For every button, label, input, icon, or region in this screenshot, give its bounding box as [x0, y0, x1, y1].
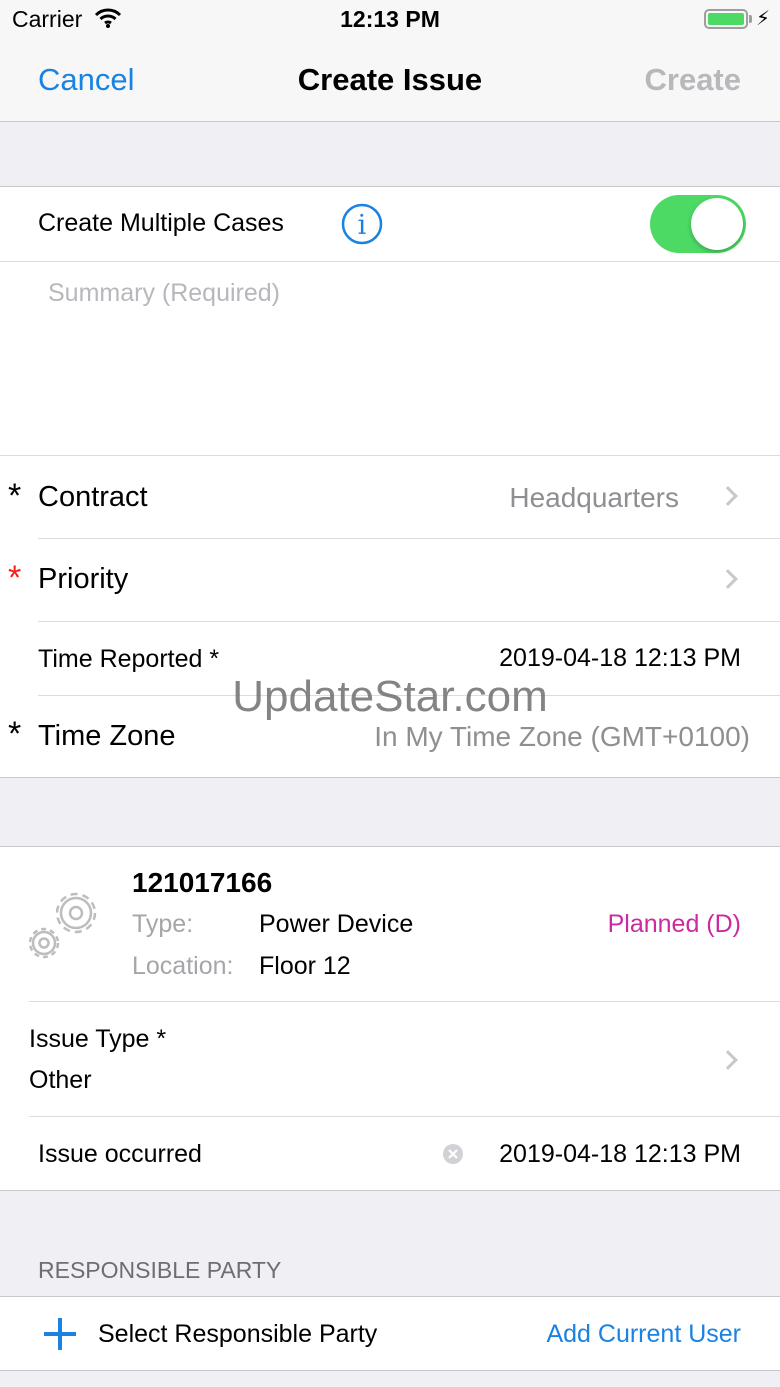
multiple-cases-label: Create Multiple Cases	[38, 209, 284, 237]
issue-occurred-value[interactable]: 2019-04-18 12:13 PM	[499, 1140, 741, 1169]
battery-icon	[704, 9, 748, 29]
issue-type-label: Issue Type *	[29, 1025, 167, 1053]
contract-chevron-icon[interactable]	[718, 486, 738, 506]
add-current-user-button[interactable]: Add Current User	[546, 1320, 741, 1349]
responsible-party-header: RESPONSIBLE PARTY	[38, 1257, 282, 1283]
contract-value: Headquarters	[509, 482, 679, 513]
info-icon[interactable]: i	[341, 203, 383, 250]
priority-label: Priority	[38, 563, 129, 595]
select-responsible-party-button[interactable]: Select Responsible Party	[98, 1320, 377, 1349]
summary-input[interactable]: Summary (Required)	[48, 279, 280, 308]
asset-id: 121017166	[132, 867, 273, 898]
contract-label: Contract	[38, 481, 148, 513]
type-value: Power Device	[259, 910, 414, 938]
priority-chevron-icon[interactable]	[718, 569, 738, 589]
asset-section: 121017166 Type: Power Device Planned (D)…	[0, 846, 780, 1191]
charging-icon: ⚡	[756, 8, 771, 30]
battery-nub	[749, 15, 752, 23]
priority-required-marker: *	[8, 559, 22, 597]
watermark: UpdateStar.com	[232, 672, 548, 721]
add-icon[interactable]	[42, 1316, 78, 1357]
status-bar: Carrier 12:13 PM ⚡	[0, 0, 780, 40]
location-value: Floor 12	[259, 952, 351, 980]
time-reported-label: Time Reported *	[38, 645, 220, 673]
create-button[interactable]: Create	[645, 62, 742, 98]
issue-type-chevron-icon[interactable]	[718, 1050, 738, 1070]
gears-icon	[24, 885, 104, 970]
navigation-bar: Cancel Create Issue Create	[0, 40, 780, 122]
timezone-label: Time Zone	[38, 720, 176, 752]
timezone-value[interactable]: In My Time Zone (GMT+0100)	[374, 721, 750, 753]
status-time: 12:13 PM	[340, 6, 440, 32]
issue-type-value[interactable]: Other	[29, 1066, 92, 1095]
issue-occurred-label: Issue occurred	[38, 1140, 202, 1168]
type-label: Type:	[132, 910, 194, 938]
clear-date-icon[interactable]	[442, 1143, 464, 1170]
location-label: Location:	[132, 952, 234, 980]
contract-required-marker: *	[8, 477, 22, 515]
time-reported-value[interactable]: 2019-04-18 12:13 PM	[499, 644, 741, 673]
status-badge: Planned (D)	[607, 910, 741, 938]
responsible-party-section: Select Responsible Party Add Current Use…	[0, 1296, 780, 1371]
multiple-cases-toggle[interactable]	[650, 195, 746, 253]
svg-text:i: i	[358, 210, 367, 241]
toggle-knob	[691, 198, 743, 250]
